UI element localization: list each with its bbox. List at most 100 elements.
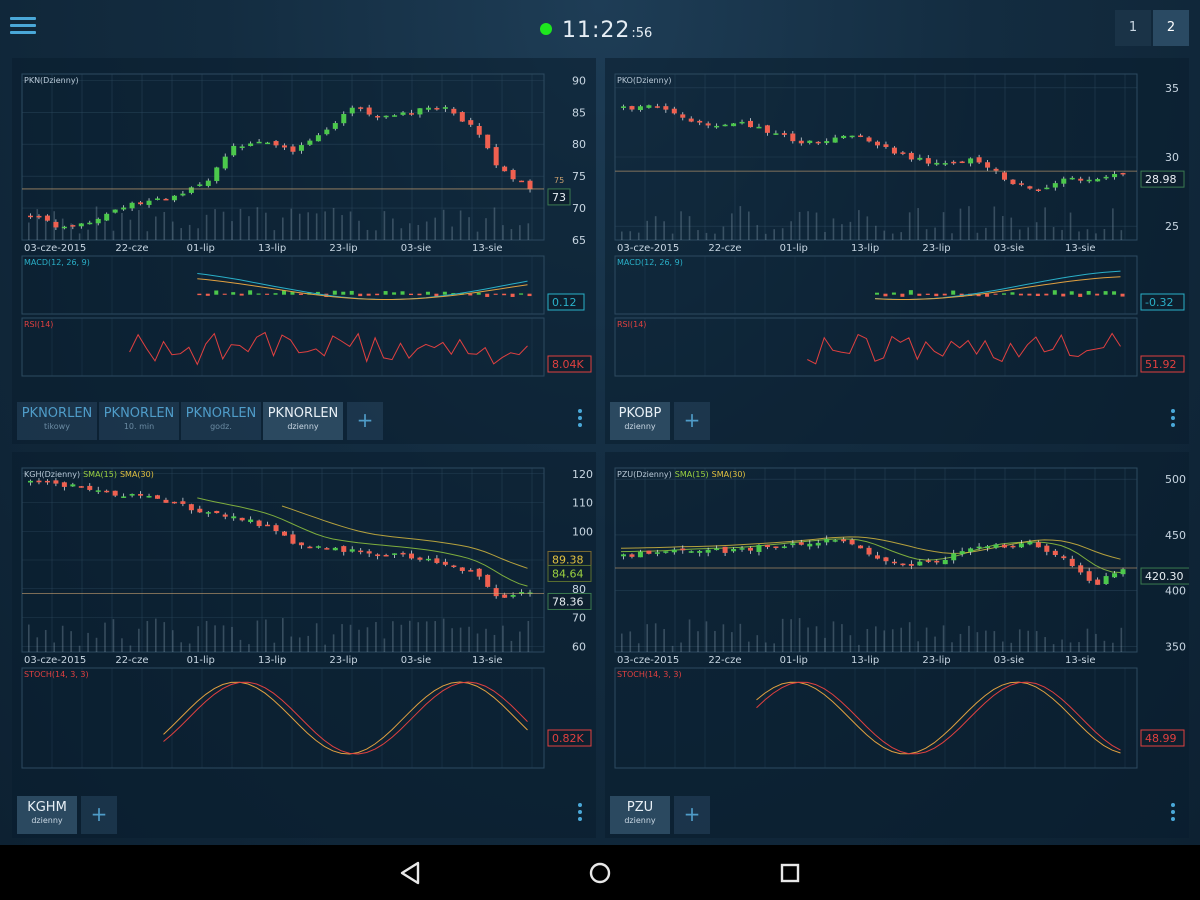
volume-bar <box>425 221 428 240</box>
volume-bar <box>781 228 784 240</box>
instrument-tab[interactable]: PZU dzienny <box>610 796 670 834</box>
date-tick-label: 13-sie <box>1065 243 1095 254</box>
volume-bar <box>307 635 309 652</box>
price-tick-label: 35 <box>1165 82 1179 95</box>
candle <box>621 554 626 557</box>
macd-histogram-bar <box>908 290 913 295</box>
volume-bar <box>129 219 132 240</box>
volume-bar <box>409 223 411 240</box>
candle <box>121 496 127 498</box>
macd-histogram-bar <box>1010 292 1015 295</box>
volume-bar <box>654 216 657 240</box>
candle <box>70 225 76 227</box>
instrument-tab[interactable]: PKNORLEN dzienny <box>263 402 343 440</box>
home-icon[interactable] <box>580 857 620 889</box>
back-icon[interactable] <box>390 857 430 889</box>
chart-svg[interactable]: 90 85 80 75 70 65 PKN(Dzienny) 75 73 03-cze-2015 2… <box>12 58 596 444</box>
add-tab-button[interactable]: + <box>347 402 383 440</box>
volume-bar <box>231 626 233 652</box>
volume-bar <box>1010 217 1013 240</box>
candle <box>324 129 330 135</box>
candle <box>315 135 321 142</box>
instrument-tab[interactable]: PKNORLEN godz. <box>181 402 261 440</box>
more-options-icon[interactable] <box>1163 406 1183 436</box>
volume-bar <box>883 230 886 240</box>
recents-icon[interactable] <box>770 857 810 889</box>
stoch-k-line <box>756 681 1121 755</box>
candle <box>349 549 355 552</box>
candle <box>392 553 398 555</box>
macd-histogram-bar <box>222 293 227 295</box>
instrument-tab[interactable]: PKNORLEN tikowy <box>17 402 97 440</box>
candle <box>629 554 635 557</box>
candle <box>951 553 957 561</box>
volume-bar <box>527 223 530 240</box>
volume-bar <box>841 624 843 652</box>
candle <box>28 215 33 218</box>
date-tick-label: 23-lip <box>329 243 357 254</box>
candle <box>832 540 838 542</box>
volume-bar <box>976 232 979 240</box>
volume-bar <box>366 229 369 240</box>
candle <box>61 482 67 487</box>
chart-panel-pkn: 90 85 80 75 70 65 PKN(Dzienny) 75 73 03-cze-2015 2… <box>12 58 596 444</box>
volume-bar <box>968 206 970 240</box>
add-tab-button[interactable]: + <box>674 796 710 834</box>
candle <box>459 112 465 122</box>
candle <box>1095 579 1101 585</box>
candle <box>688 118 694 122</box>
date-tick-label: 13-sie <box>472 243 502 254</box>
hamburger-menu-icon[interactable] <box>10 14 36 40</box>
volume-bar <box>688 619 691 652</box>
instrument-tab[interactable]: PKOBP dzienny <box>610 402 670 440</box>
macd-histogram-bar <box>1027 293 1032 296</box>
volume-bar <box>985 630 987 652</box>
candle <box>942 163 948 165</box>
indicator-name: RSI(14) <box>24 320 53 329</box>
sma-line <box>281 505 528 569</box>
chart-svg[interactable]: 500 450 400 350 PZU(Dzienny) SMA(15) SMA(30) 42… <box>605 452 1189 838</box>
candle <box>442 561 448 565</box>
macd-line <box>874 270 1121 300</box>
page-2-button[interactable]: 2 <box>1153 10 1189 46</box>
volume-bar <box>510 640 513 652</box>
date-tick-label: 22-cze <box>115 655 148 666</box>
volume-bar <box>976 632 979 652</box>
date-tick-label: 03-sie <box>994 243 1024 254</box>
volume-bar <box>1052 644 1055 652</box>
volume-bar <box>1086 229 1089 240</box>
more-options-icon[interactable] <box>1163 800 1183 830</box>
candle <box>1044 187 1050 190</box>
chart-svg[interactable]: 12011010090807060KGH(Dzienny)SMA(15)SMA(… <box>12 452 596 838</box>
candle <box>87 485 93 490</box>
macd-histogram-bar <box>273 293 278 295</box>
volume-bar <box>358 629 360 652</box>
candle <box>442 107 448 109</box>
chart-svg[interactable]: 35 30 25 PKO(Dzienny) 28.98 03-cze-2015 22-cze… <box>605 58 1189 444</box>
price-tick-label: 75 <box>572 170 586 183</box>
volume-bar <box>891 629 894 652</box>
candle <box>265 142 271 145</box>
candle <box>866 137 872 142</box>
candle <box>485 134 491 149</box>
volume-bar <box>476 633 479 652</box>
instrument-tab[interactable]: KGHM dzienny <box>17 796 77 834</box>
candle <box>722 124 728 127</box>
volume-bar <box>493 207 496 240</box>
more-options-icon[interactable] <box>570 406 590 436</box>
volume-bar <box>375 622 377 652</box>
instrument-tab[interactable]: PKNORLEN 10. min <box>99 402 179 440</box>
add-tab-button[interactable]: + <box>81 796 117 834</box>
more-options-icon[interactable] <box>570 800 590 830</box>
volume-bar <box>28 624 30 652</box>
volume-bar <box>476 231 479 240</box>
candle <box>155 495 160 499</box>
app-screen: 11:22 :56 1 2 90 85 80 75 70 65 PKN(Dzienny) 75… <box>0 0 1200 845</box>
tab-symbol: KGHM <box>27 800 67 815</box>
volume-bar <box>900 627 902 652</box>
volume-bar <box>502 225 504 240</box>
page-1-button[interactable]: 1 <box>1115 10 1151 46</box>
add-tab-button[interactable]: + <box>674 402 710 440</box>
candle <box>400 112 406 115</box>
volume-bar <box>290 208 293 240</box>
